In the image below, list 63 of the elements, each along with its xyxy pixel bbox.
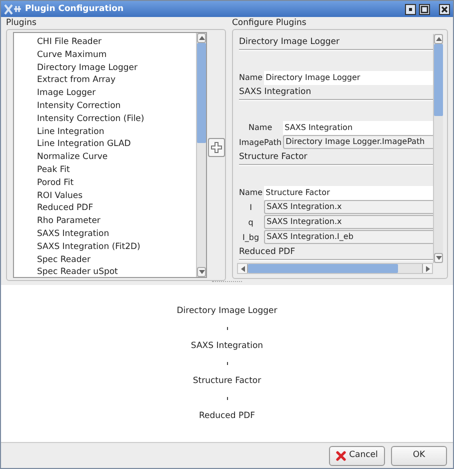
- plugin-item[interactable]: Spec Reader: [37, 254, 90, 266]
- text-field[interactable]: Directory Image Logger: [264, 71, 433, 85]
- plugin-item[interactable]: Peak Fit: [37, 164, 70, 177]
- field-label: ImagePath: [239, 136, 283, 149]
- field-label: Name: [239, 187, 264, 199]
- node-label: SAXS Integration: [190, 340, 264, 352]
- plugin-item[interactable]: Extract from Array: [37, 74, 116, 88]
- field-label: I: [250, 202, 253, 214]
- combo-box[interactable]: SAXS Integration.I_eb: [264, 230, 433, 244]
- plugin-item[interactable]: Line Integration GLAD: [37, 138, 131, 152]
- cancel-button[interactable]: Cancel: [329, 446, 385, 466]
- vertical-scrollbar[interactable]: [196, 33, 206, 277]
- app-icon: [4, 4, 22, 14]
- plugin-item[interactable]: Directory Image Logger: [37, 62, 138, 74]
- plugin-item[interactable]: SAXS Integration: [37, 228, 110, 241]
- up-arrow-icon: [436, 37, 442, 41]
- plugin-item[interactable]: Normalize Curve: [37, 151, 108, 164]
- node-label: Directory Image Logger: [176, 305, 278, 317]
- plugin-item[interactable]: CHI File Reader: [37, 36, 102, 49]
- ok-button[interactable]: OK: [391, 446, 447, 466]
- plugin-item[interactable]: SAXS Integration (Fit2D): [37, 240, 140, 254]
- window-title: Plugin Configuration: [25, 4, 124, 14]
- field-label: I_bg: [242, 232, 260, 244]
- plugin-item[interactable]: Curve Maximum: [37, 48, 107, 62]
- plugin-item[interactable]: ROI Values: [37, 190, 83, 202]
- plugin-item[interactable]: Rho Parameter: [37, 215, 100, 228]
- node-label: Structure Factor: [192, 375, 262, 387]
- plugin-item[interactable]: Line Integration: [37, 126, 104, 138]
- plugin-item[interactable]: Image Logger: [37, 87, 96, 100]
- section-title: Reduced PDF: [239, 246, 296, 259]
- combo-box[interactable]: Directory Image Logger.ImagePath: [282, 135, 433, 149]
- splitter-handle[interactable]: [212, 281, 242, 283]
- left-arrow-icon: [240, 266, 244, 272]
- section-title: SAXS Integration: [239, 86, 312, 99]
- combo-box[interactable]: SAXS Integration.x: [264, 200, 433, 214]
- text-field[interactable]: Structure Factor: [264, 186, 433, 200]
- combo-box[interactable]: SAXS Integration.x: [264, 215, 433, 229]
- field-label: q: [248, 216, 254, 229]
- field-label: Name: [239, 72, 264, 84]
- plugin-item[interactable]: Spec Reader uSpot: [37, 266, 118, 277]
- vertical-scrollbar[interactable]: [433, 34, 443, 263]
- section-title: Directory Image Logger: [239, 36, 340, 49]
- horizontal-scrollbar[interactable]: [237, 263, 433, 274]
- minimize-button[interactable]: [405, 4, 416, 14]
- field-label: Name: [248, 122, 274, 134]
- plugin-item[interactable]: Porod Fit: [37, 176, 74, 190]
- group-title: Configure Plugins: [232, 18, 306, 29]
- up-arrow-icon: [198, 36, 205, 40]
- right-arrow-icon: [426, 266, 430, 272]
- plugin-item[interactable]: Intensity Correction (File): [37, 112, 144, 126]
- add-button[interactable]: [208, 138, 225, 156]
- plus-icon: [211, 142, 222, 152]
- down-arrow-icon: [198, 270, 205, 274]
- close-button[interactable]: [439, 4, 450, 14]
- node-label: Reduced PDF: [198, 410, 256, 422]
- group-title: Plugins: [6, 18, 36, 29]
- down-arrow-icon: [436, 256, 442, 260]
- maximize-button[interactable]: [419, 4, 430, 14]
- section-title: Structure Factor: [239, 151, 308, 164]
- cross-icon: [336, 450, 346, 460]
- plugin-item[interactable]: Intensity Correction: [37, 100, 121, 113]
- text-field[interactable]: SAXS Integration: [282, 121, 433, 135]
- plugin-item[interactable]: Reduced PDF: [37, 202, 94, 216]
